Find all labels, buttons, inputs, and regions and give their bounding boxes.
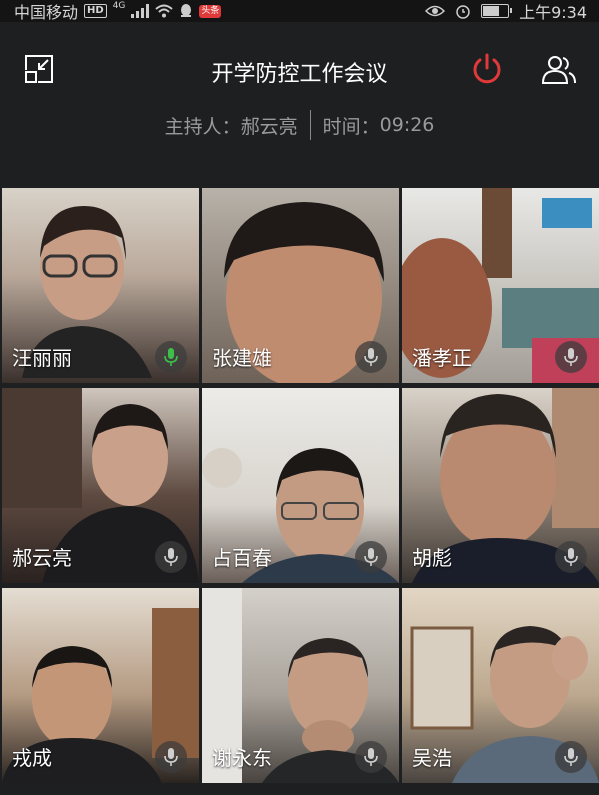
- host-label: 主持人：: [164, 115, 241, 138]
- meeting-time: 09:26: [379, 114, 435, 136]
- signal-icon: [131, 4, 150, 18]
- mic-status[interactable]: [355, 341, 387, 373]
- participant-name: 占百春: [212, 546, 272, 570]
- participant-name: 郝云亮: [12, 546, 72, 570]
- power-icon: [473, 53, 501, 84]
- mic-status[interactable]: [155, 341, 187, 373]
- eye-icon: [425, 5, 446, 17]
- mic-status[interactable]: [155, 541, 187, 573]
- bottom-bar: [0, 786, 599, 795]
- end-meeting-button[interactable]: [468, 50, 506, 88]
- participant-name: 潘孝正: [412, 346, 472, 370]
- hd-badge: HD: [84, 4, 107, 18]
- status-bar: 中国移动 HD 4G 头条 上午9:34: [0, 0, 599, 22]
- mic-status[interactable]: [555, 541, 587, 573]
- participants-button[interactable]: [538, 50, 580, 88]
- mic-status[interactable]: [555, 341, 587, 373]
- participant-name: 吴浩: [412, 746, 452, 770]
- participant-tile[interactable]: 潘孝正: [402, 188, 599, 383]
- meeting-meta: 主持人： 郝云亮 时间： 09:26: [0, 110, 599, 140]
- participant-name: 汪丽丽: [12, 346, 72, 370]
- battery-icon: [481, 4, 513, 18]
- host-name: 郝云亮: [240, 115, 298, 138]
- microphone-icon: [164, 548, 178, 566]
- video-grid: 汪丽丽 张建雄 潘孝正 郝云亮 占百春 胡彪 戎成 谢永东 吴浩: [0, 186, 599, 786]
- news-app-badge: 头条: [199, 4, 222, 18]
- participant-tile[interactable]: 谢永东: [202, 588, 399, 783]
- mic-status[interactable]: [355, 541, 387, 573]
- alarm-icon: [456, 5, 470, 19]
- participant-name: 胡彪: [412, 546, 452, 570]
- participant-tile[interactable]: 占百春: [202, 388, 399, 583]
- participant-name: 谢永东: [212, 746, 272, 770]
- mic-status[interactable]: [355, 741, 387, 773]
- microphone-icon: [164, 748, 178, 766]
- microphone-icon: [564, 748, 578, 766]
- participant-tile[interactable]: 张建雄: [202, 188, 399, 383]
- participant-tile[interactable]: 胡彪: [402, 388, 599, 583]
- meeting-header: 开学防控工作会议 主持人： 郝云亮 时间： 09:26: [0, 22, 599, 182]
- microphone-icon: [364, 348, 378, 366]
- microphone-icon: [564, 348, 578, 366]
- mic-status[interactable]: [555, 741, 587, 773]
- participant-tile[interactable]: 戎成: [2, 588, 199, 783]
- participant-tile[interactable]: 汪丽丽: [2, 188, 199, 383]
- participant-tile[interactable]: 吴浩: [402, 588, 599, 783]
- microphone-icon: [364, 748, 378, 766]
- network-type: 4G: [112, 1, 126, 11]
- microphone-icon: [564, 548, 578, 566]
- wifi-icon: [155, 4, 174, 18]
- participant-name: 戎成: [12, 746, 52, 770]
- status-time: 上午9:34: [519, 3, 587, 22]
- time-label: 时间：: [322, 115, 380, 138]
- participants-icon: [541, 56, 576, 84]
- microphone-icon: [364, 548, 378, 566]
- microphone-active-icon: [164, 348, 178, 366]
- carrier-label: 中国移动: [14, 3, 79, 22]
- meta-divider: [309, 110, 311, 140]
- qq-icon: [181, 4, 192, 17]
- participant-name: 张建雄: [212, 346, 272, 370]
- mic-status[interactable]: [155, 741, 187, 773]
- meeting-title: 开学防控工作会议: [211, 62, 388, 87]
- participant-tile[interactable]: 郝云亮: [2, 388, 199, 583]
